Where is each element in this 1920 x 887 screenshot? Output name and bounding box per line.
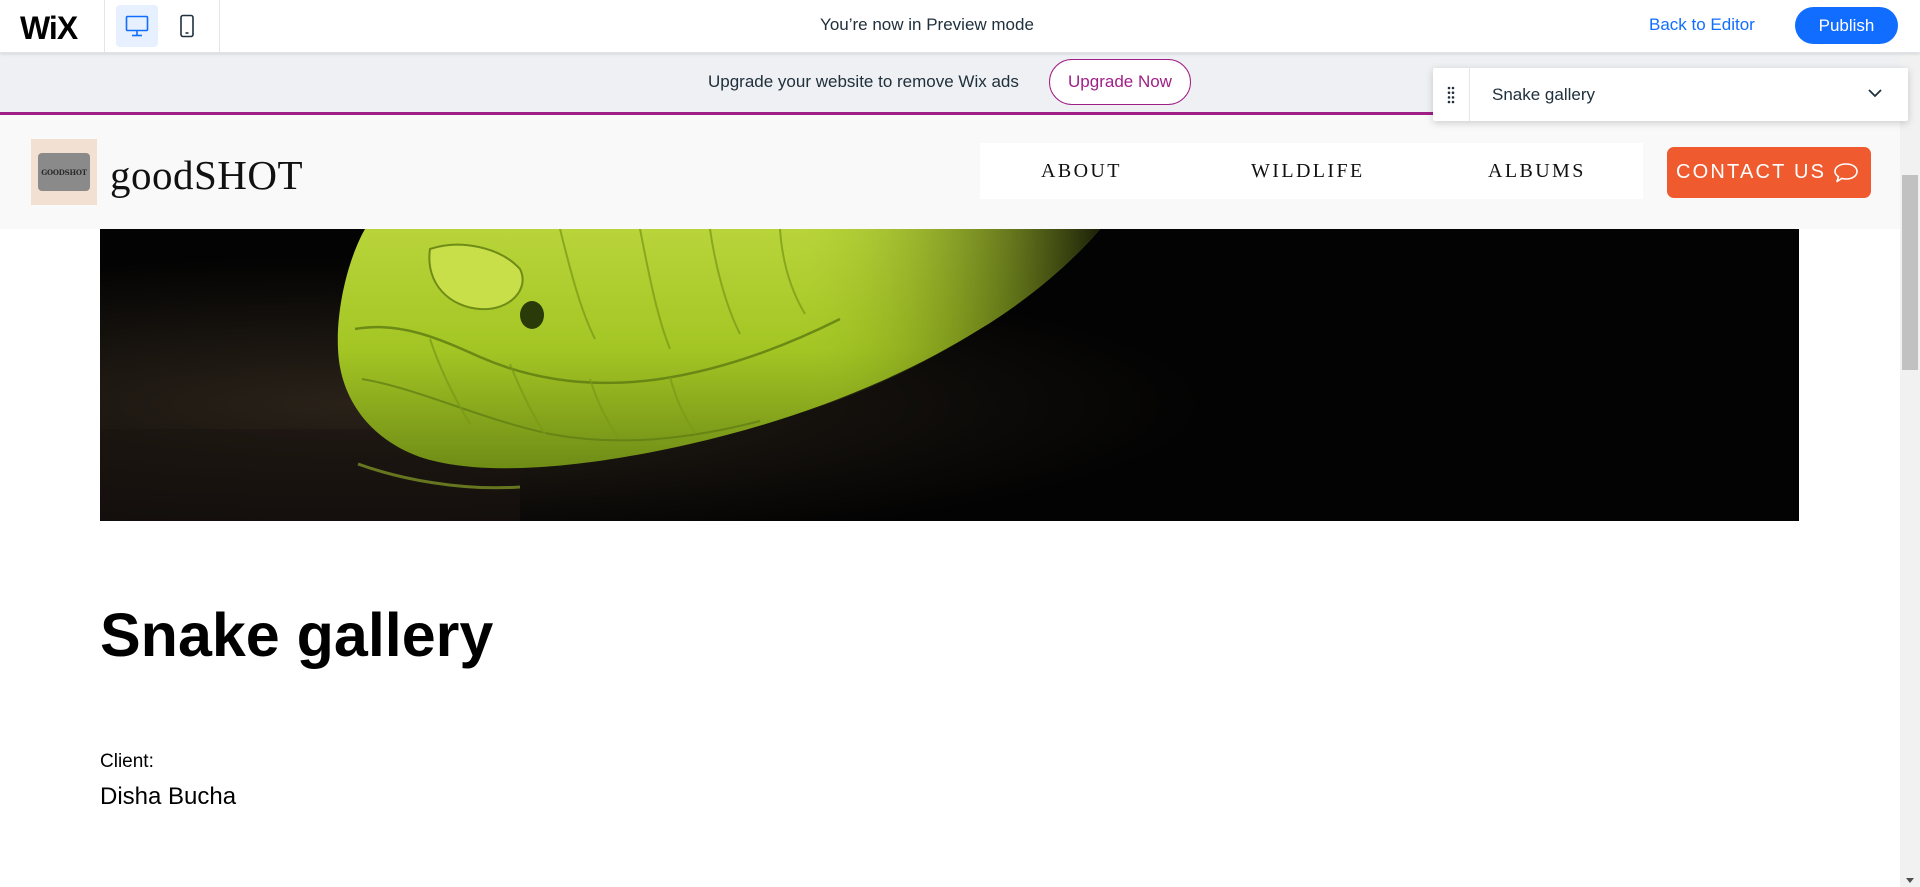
divider (219, 0, 220, 53)
publish-button[interactable]: Publish (1795, 7, 1898, 44)
mobile-view-button[interactable] (166, 5, 208, 47)
chevron-down-icon (1868, 89, 1882, 98)
client-name: Disha Bucha (100, 783, 237, 810)
divider (104, 0, 105, 53)
site-header: GOODSHOT goodSHOT ABOUT WILDLIFE ALBUMS … (0, 115, 1900, 229)
desktop-icon (125, 15, 149, 37)
upgrade-now-button[interactable]: Upgrade Now (1049, 59, 1191, 105)
page-title: Snake gallery (100, 601, 494, 669)
page-scrollbar[interactable] (1900, 53, 1920, 887)
hero-snake-image (100, 229, 1799, 521)
wix-logo[interactable]: WiX (20, 10, 78, 47)
scroll-down-arrow-icon[interactable] (1906, 878, 1914, 883)
nav-item-wildlife[interactable]: WILDLIFE (1251, 160, 1365, 183)
drag-handle-icon[interactable] (1433, 68, 1470, 121)
site-nav: ABOUT WILDLIFE ALBUMS (980, 143, 1643, 199)
site-brand-name[interactable]: goodSHOT (110, 151, 303, 199)
back-to-editor-link[interactable]: Back to Editor (1649, 15, 1755, 35)
nav-item-about[interactable]: ABOUT (1041, 160, 1122, 183)
page-selector-dropdown[interactable]: Snake gallery (1433, 68, 1908, 121)
desktop-view-button[interactable] (116, 5, 158, 47)
wix-preview-bar: WiX You’re now in Preview mode Back to E… (0, 0, 1920, 53)
client-label: Client: (100, 751, 154, 772)
contact-us-label: CONTACT US (1676, 161, 1827, 183)
upgrade-message: Upgrade your website to remove Wix ads (708, 72, 1019, 91)
nav-item-albums[interactable]: ALBUMS (1488, 160, 1586, 183)
contact-us-button[interactable]: CONTACT US (1667, 147, 1871, 198)
current-page-label: Snake gallery (1492, 85, 1596, 104)
mobile-icon (180, 14, 194, 38)
camera-icon: GOODSHOT (38, 153, 90, 191)
snake-illustration (100, 229, 1799, 521)
chat-bubble-icon (1834, 163, 1858, 183)
site-logo[interactable]: GOODSHOT (31, 139, 97, 205)
scrollbar-thumb[interactable] (1902, 175, 1918, 370)
logo-text: GOODSHOT (41, 167, 87, 177)
preview-mode-message: You’re now in Preview mode (820, 15, 1034, 34)
